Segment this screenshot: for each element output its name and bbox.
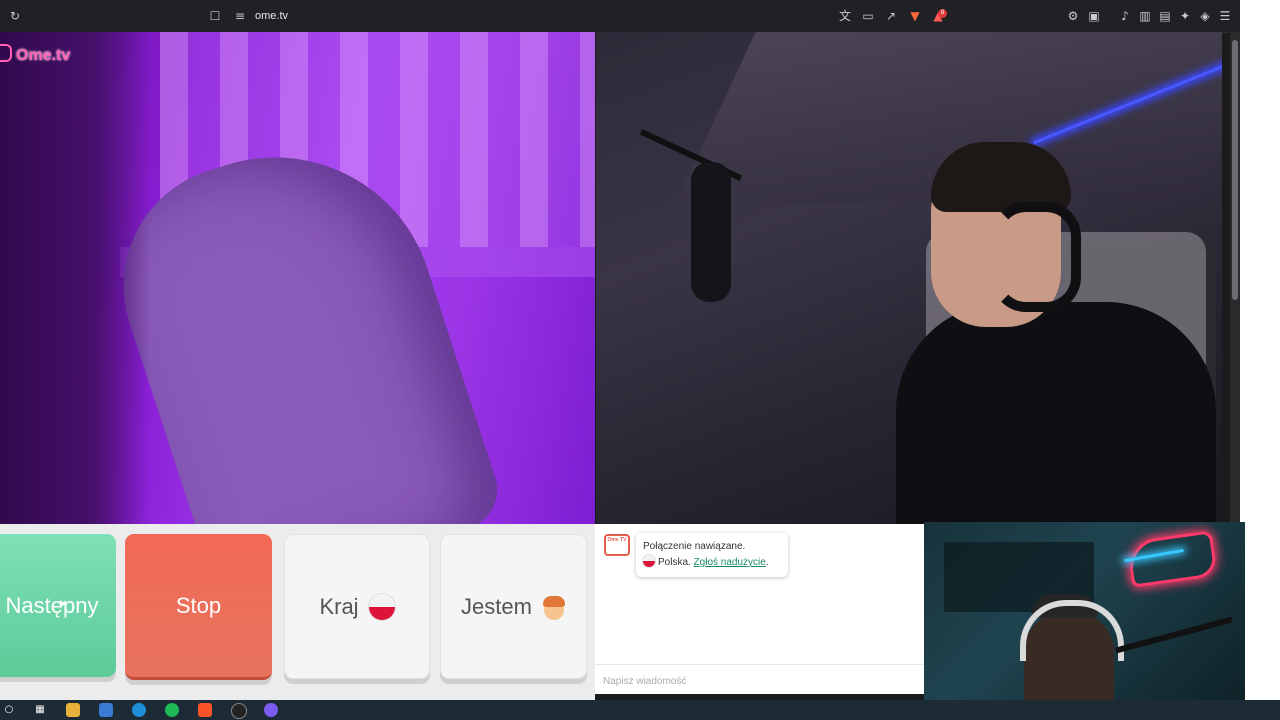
- streamer-webcam-overlay: [924, 522, 1245, 700]
- person-torso: [896, 302, 1216, 524]
- report-suffix: .: [765, 557, 769, 568]
- gender-button-label: Jestem: [461, 593, 532, 619]
- search-icon[interactable]: ○: [2, 703, 16, 717]
- stranger-face: [0, 32, 150, 524]
- country-line: Polska. Zgłoś nadużycie.: [643, 555, 781, 571]
- task-view-icon[interactable]: ▦: [33, 703, 47, 717]
- next-button-label: Następny: [5, 592, 99, 618]
- obs-icon[interactable]: [231, 703, 247, 719]
- sidebar-icon[interactable]: ▥: [1138, 9, 1152, 23]
- gender-button[interactable]: Jestem: [440, 534, 587, 679]
- stop-button-label: Stop: [175, 592, 222, 618]
- bookmark-icon[interactable]: ☐: [208, 9, 222, 23]
- boy-emoji-icon: [542, 594, 566, 620]
- system-message: Połączenie nawiązane. Polska. Zgłoś nadu…: [636, 533, 788, 577]
- spotify-icon[interactable]: [165, 703, 179, 717]
- right-gutter: [1240, 0, 1280, 700]
- music-icon[interactable]: ♪: [1118, 9, 1132, 23]
- store-icon[interactable]: [99, 703, 113, 717]
- next-button[interactable]: Następny: [0, 534, 116, 677]
- edge-icon[interactable]: [132, 703, 146, 717]
- chat-message-input[interactable]: [601, 670, 920, 692]
- self-video: [596, 32, 1222, 524]
- vpn-icon[interactable]: ◈: [1198, 9, 1212, 23]
- brave-icon[interactable]: [198, 703, 212, 717]
- reload-icon[interactable]: ↻: [8, 9, 22, 23]
- scrollbar-thumb[interactable]: [1232, 40, 1238, 300]
- report-abuse-link[interactable]: Zgłoś nadużycie: [694, 557, 766, 568]
- chat-panel: Ome TV Połączenie nawiązane. Polska. Zgł…: [595, 524, 924, 694]
- ometv-logo-text: Ome.tv: [16, 47, 71, 64]
- streamer-mic-arm: [1115, 616, 1233, 654]
- site-info-icon[interactable]: ≡: [233, 9, 247, 23]
- address-bar-url[interactable]: ome.tv: [255, 10, 288, 22]
- app-icon[interactable]: [264, 703, 278, 717]
- brave-shield-icon[interactable]: ▼: [908, 9, 922, 23]
- poland-flag-icon: [643, 555, 655, 567]
- tab-manager-icon[interactable]: ▣: [1087, 9, 1101, 23]
- share-icon[interactable]: ↗: [884, 9, 898, 23]
- cast-icon[interactable]: ▭: [861, 9, 875, 23]
- country-button[interactable]: Kraj: [284, 534, 430, 679]
- stop-button[interactable]: Stop: [125, 534, 272, 680]
- country-text: Polska.: [658, 557, 691, 568]
- leo-ai-icon[interactable]: ✦: [1178, 9, 1192, 23]
- chat-input-area: [595, 664, 924, 695]
- ometv-chat-logo-icon: Ome TV: [604, 534, 630, 556]
- ometv-logo: Ome.tv: [0, 44, 70, 65]
- stranger-video: Ome.tv: [0, 32, 595, 524]
- microphone: [691, 162, 731, 302]
- controls-bar: Następny ▸ Stop Kraj Jestem: [0, 524, 595, 700]
- country-button-label: Kraj: [319, 593, 359, 619]
- connection-status: Połączenie nawiązane.: [643, 541, 746, 552]
- notification-badge: 8: [938, 9, 947, 18]
- translate-icon[interactable]: 文: [838, 9, 852, 23]
- menu-icon[interactable]: ☰: [1218, 9, 1232, 23]
- poland-flag-icon: [368, 593, 395, 620]
- browser-toolbar: ↻ ☐ ≡ ome.tv 文 ▭ ↗ ▼ ▲ 8 ⚙ ▣ ♪ ▥ ▤ ✦ ◈ ☰: [0, 0, 1240, 33]
- headphones: [991, 202, 1081, 312]
- os-taskbar: ○ ▦: [0, 700, 1280, 720]
- ometv-logo-icon: [0, 44, 12, 62]
- extensions-icon[interactable]: ⚙: [1066, 9, 1080, 23]
- wallet-icon[interactable]: ▤: [1158, 9, 1172, 23]
- file-explorer-icon[interactable]: [66, 703, 80, 717]
- mouse-cursor-icon: ▸: [60, 595, 67, 610]
